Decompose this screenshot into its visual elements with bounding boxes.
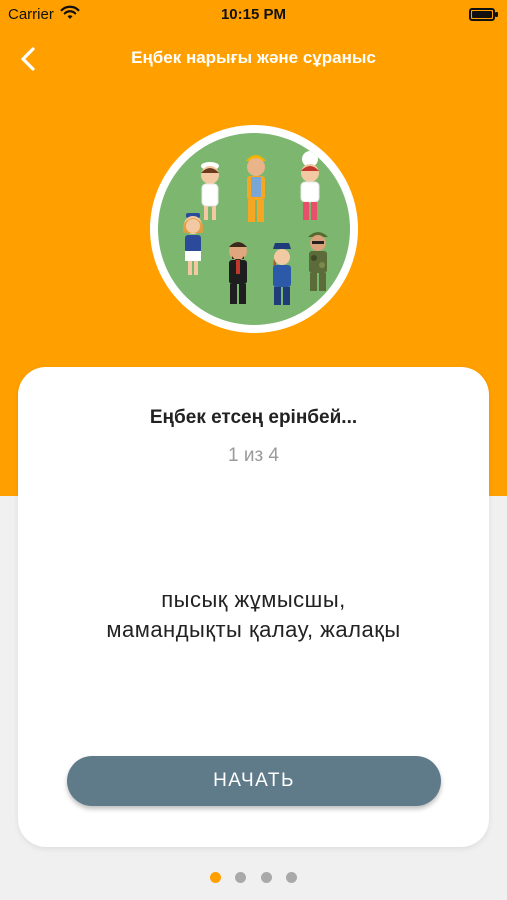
page-dot-3[interactable]: [260, 872, 272, 883]
progress-counter: 1 из 4: [227, 445, 280, 466]
nurse-figure: [201, 162, 219, 220]
police-figure: [273, 243, 291, 305]
professions-illustration: [183, 151, 328, 305]
description-line-2: мамандықты қалау, жалақы: [106, 617, 401, 642]
hero-image: [150, 125, 358, 333]
builder-figure: [246, 155, 266, 222]
page-dot-4[interactable]: [286, 872, 298, 883]
card-description: пысық жұмысшы, мамандықты қалау, жалақы: [38, 585, 469, 645]
page-dot-2[interactable]: [235, 872, 247, 883]
chef-figure: [300, 151, 320, 220]
status-time: 10:15 PM: [220, 6, 287, 23]
card-title: Еңбек етсең ерінбей...: [149, 407, 358, 428]
soldier-figure: [308, 232, 328, 291]
businessman-figure: [229, 242, 247, 304]
attendant-figure: [183, 213, 203, 275]
description-line-1: пысық жұмысшы,: [161, 587, 346, 612]
page-indicator: [0, 870, 507, 888]
back-button[interactable]: [14, 44, 44, 74]
battery-icon: [469, 8, 498, 21]
page-title: Еңбек нарығы және сұраныс: [131, 48, 376, 67]
status-bar: Carrier 10:15 PM: [0, 0, 507, 30]
start-button[interactable]: НАЧАТЬ: [67, 756, 441, 806]
page-dot-1[interactable]: [209, 872, 221, 883]
topic-card: Еңбек етсең ерінбей... 1 из 4 пысық жұмы…: [18, 367, 489, 847]
chevron-left-icon: [21, 47, 35, 71]
